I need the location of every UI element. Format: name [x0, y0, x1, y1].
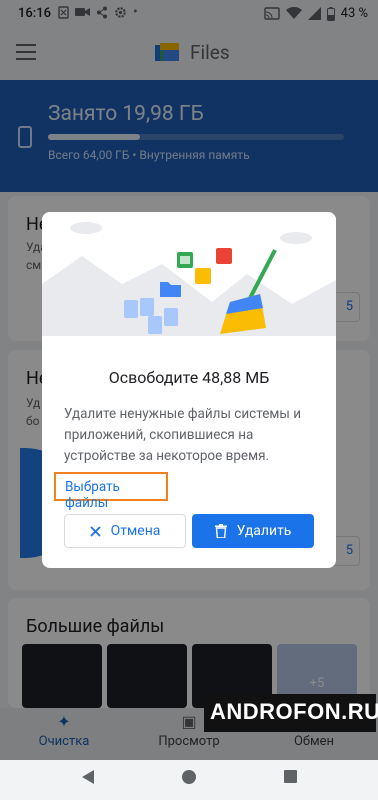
cancel-label: Отмена [110, 523, 161, 539]
delete-label: Удалить [236, 523, 292, 539]
trash-icon [214, 524, 227, 538]
home-icon[interactable] [182, 770, 196, 784]
delete-button[interactable]: Удалить [192, 514, 314, 548]
close-icon [89, 525, 101, 537]
cleanup-illustration [42, 212, 336, 336]
recents-icon[interactable] [284, 770, 297, 783]
system-navigation-bar [0, 760, 378, 800]
watermark: ANDROFON.RU [204, 694, 378, 732]
free-up-space-dialog: Освободите 48,88 МБ Удалите ненужные фай… [42, 212, 336, 568]
cancel-button[interactable]: Отмена [64, 514, 186, 548]
dialog-title: Освободите 48,88 МБ [108, 368, 270, 387]
back-icon[interactable] [82, 770, 94, 784]
select-files-link[interactable]: Выбрать файлы [54, 472, 168, 511]
dialog-body: Удалите ненужные файлы системы и приложе… [64, 406, 301, 464]
